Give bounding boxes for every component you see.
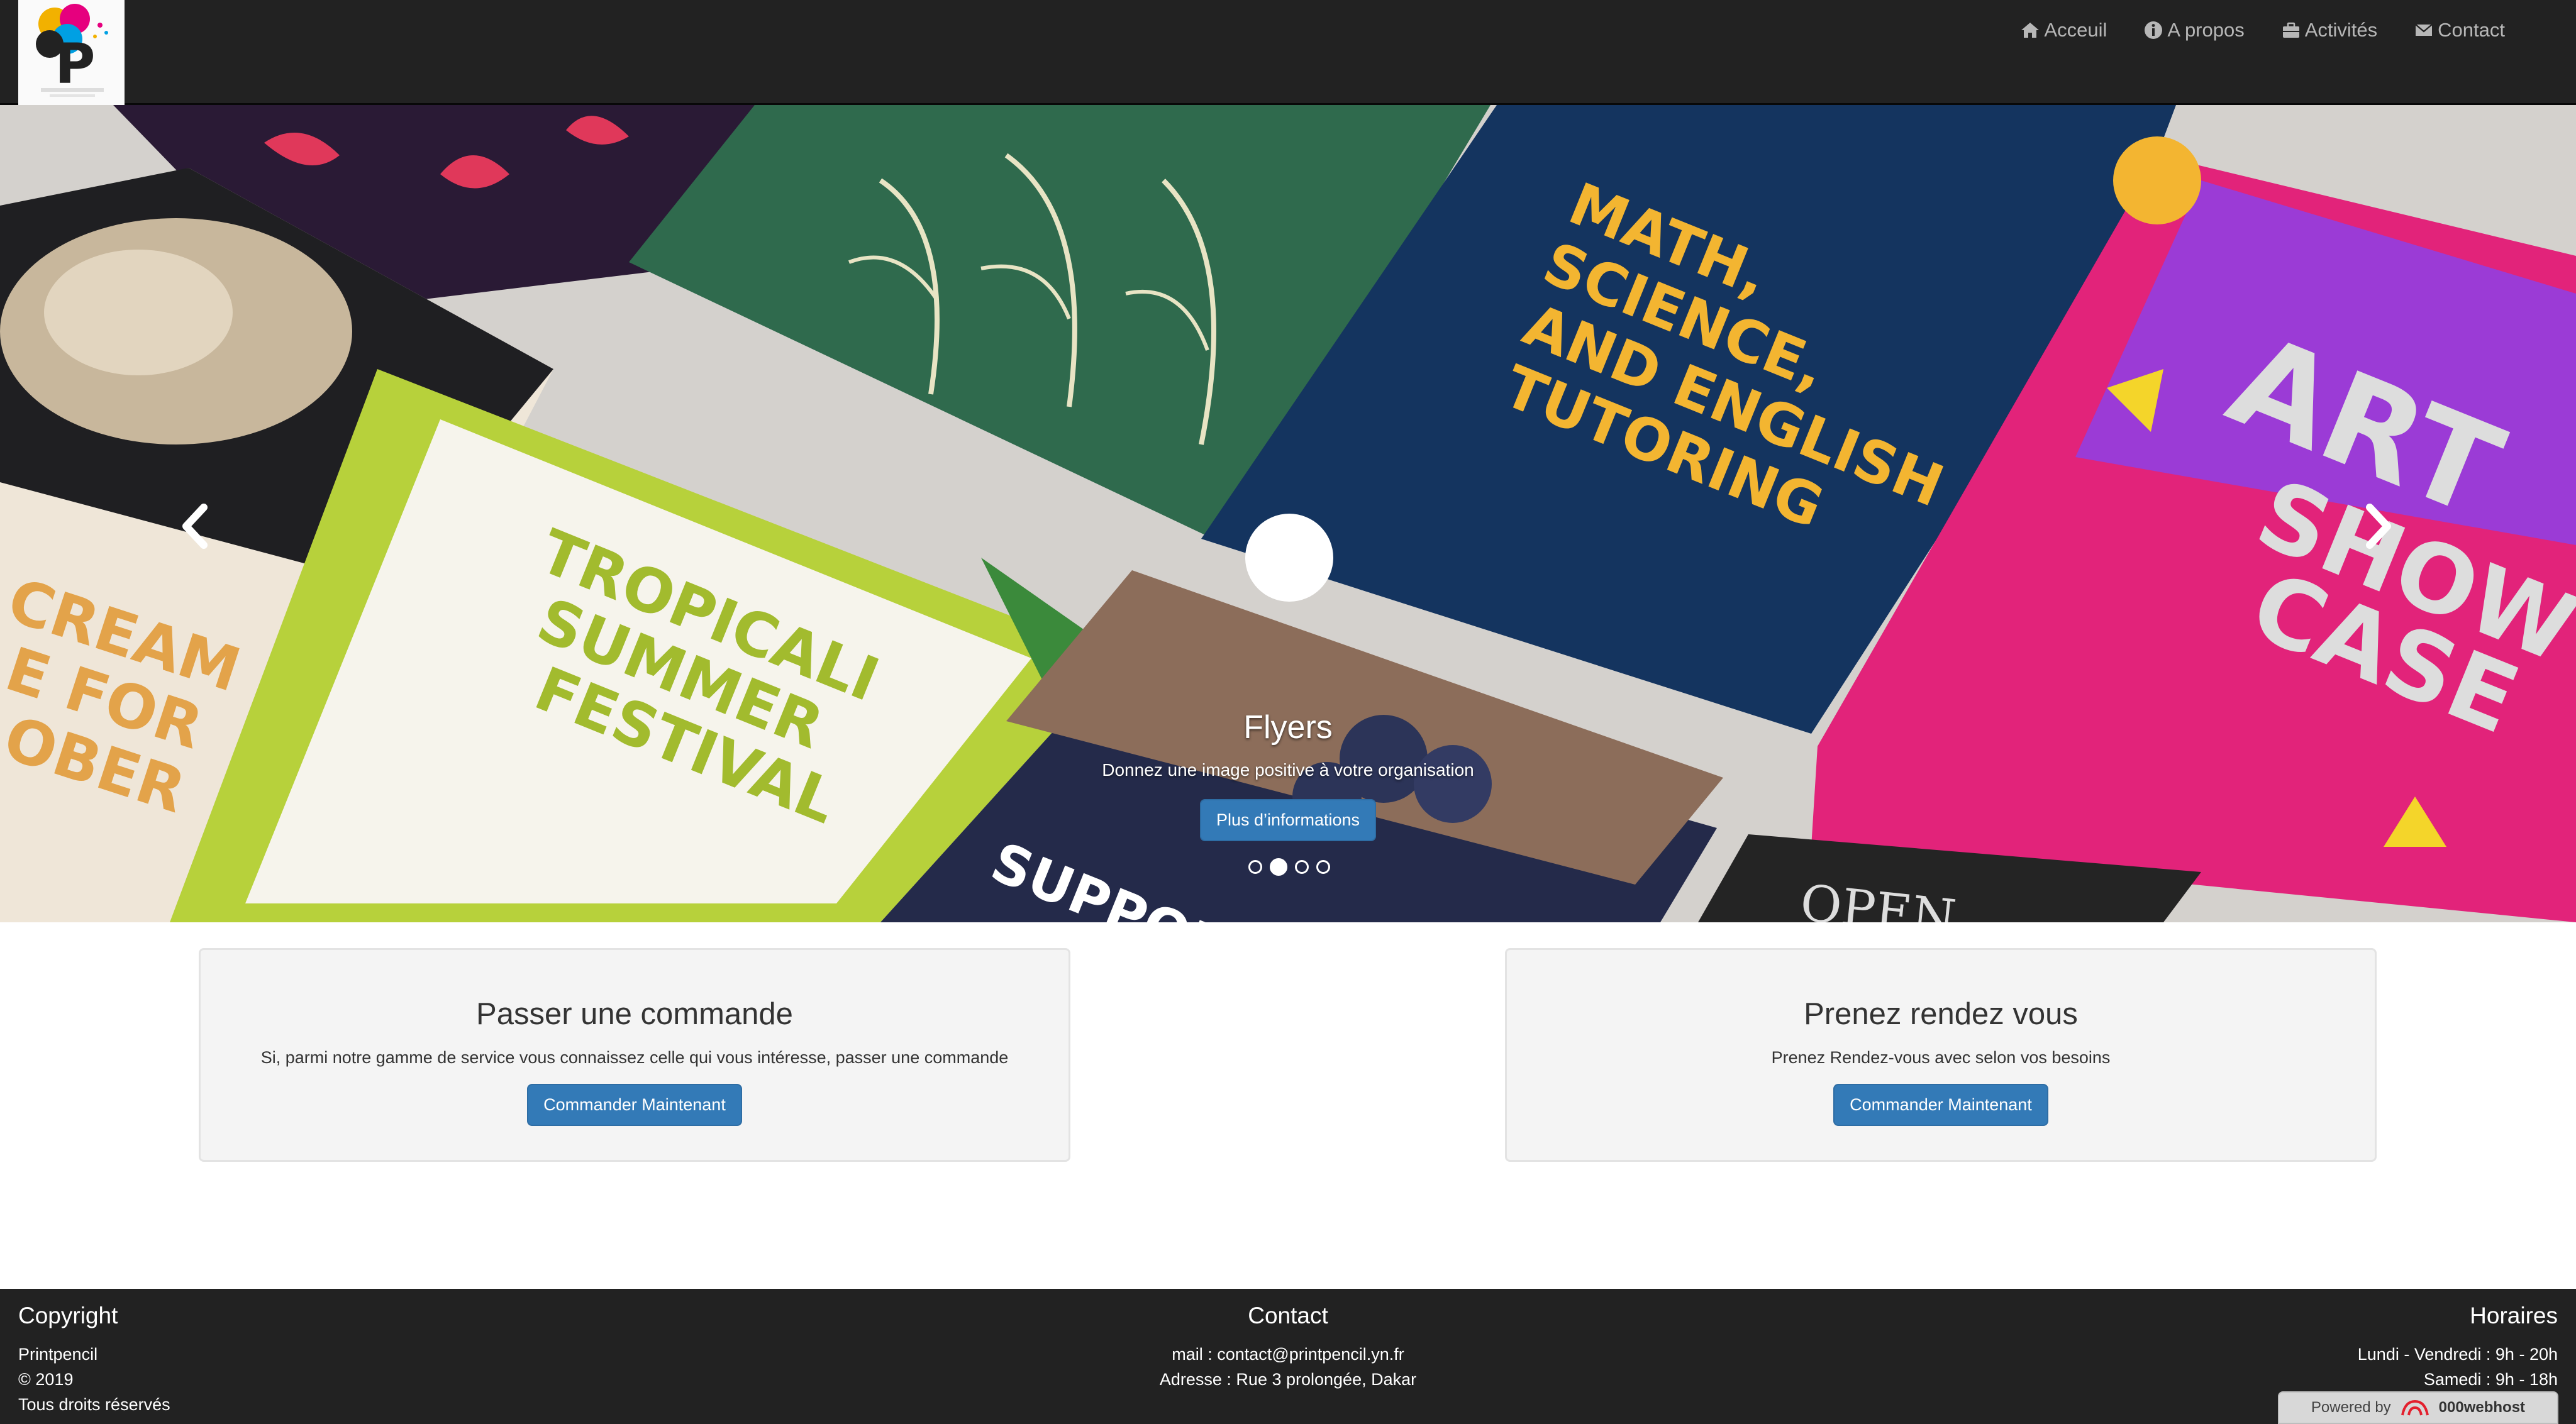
order-panel: Passer une commande Si, parmi notre gamm… xyxy=(199,948,1070,1162)
briefcase-icon xyxy=(2281,20,2301,40)
nav-item-activites[interactable]: Activités xyxy=(2263,14,2396,47)
nav-item-a-propos[interactable]: A propos xyxy=(2125,14,2262,47)
nav-label: A propos xyxy=(2167,19,2245,41)
footer: Copyright Printpencil © 2019 Tous droits… xyxy=(0,1289,2576,1424)
envelope-icon xyxy=(2414,20,2434,40)
chevron-right-icon xyxy=(2366,504,2391,549)
brand-logo[interactable]: P xyxy=(18,0,125,105)
caption-title: Flyers xyxy=(1243,709,1333,746)
footer-copyright-title: Copyright xyxy=(18,1303,118,1328)
carousel: CREAM E FOR OBER MATH, SCIENCE, AND ENGL… xyxy=(0,105,2576,922)
powered-by-badge[interactable]: Powered by 000webhost xyxy=(2278,1391,2558,1424)
main-nav: Acceuil A propos Activités Contact xyxy=(2002,14,2523,47)
home-icon xyxy=(2020,20,2040,40)
badge-prefix: Powered by xyxy=(2311,1399,2391,1416)
appointment-panel-title: Prenez rendez vous xyxy=(1804,997,2078,1031)
footer-hours: Horaires Lundi - Vendredi : 9h - 20h Sam… xyxy=(2358,1303,2558,1392)
footer-hours-title: Horaires xyxy=(2470,1303,2558,1328)
footer-line: Samedi : 9h - 18h xyxy=(2423,1370,2558,1389)
carousel-indicator-2[interactable] xyxy=(1270,858,1287,876)
carousel-indicators xyxy=(1248,858,1330,876)
footer-address: Adresse : Rue 3 prolongée, Dakar xyxy=(1159,1370,1417,1389)
nav-label: Acceuil xyxy=(2044,19,2107,41)
svg-text:P: P xyxy=(55,31,96,96)
footer-copyright: Copyright Printpencil © 2019 Tous droits… xyxy=(18,1303,170,1417)
nav-label: Activités xyxy=(2304,19,2378,41)
badge-brand: 000webhost xyxy=(2438,1399,2526,1416)
carousel-indicator-4[interactable] xyxy=(1316,860,1330,874)
nav-item-contact[interactable]: Contact xyxy=(2396,14,2523,47)
footer-line: Lundi - Vendredi : 9h - 20h xyxy=(2357,1345,2558,1364)
webhost-logo-icon xyxy=(2401,1399,2429,1416)
nav-label: Contact xyxy=(2438,19,2505,41)
footer-email: mail : contact@printpencil.yn.fr xyxy=(1172,1345,1404,1364)
caption-text: Donnez une image positive à votre organi… xyxy=(1102,760,1474,780)
footer-line: © 2019 xyxy=(18,1370,74,1389)
chevron-left-icon xyxy=(182,504,208,549)
printpencil-logo-icon: P xyxy=(18,0,125,105)
footer-contact: Contact mail : contact@printpencil.yn.fr… xyxy=(974,1303,1602,1392)
navbar: P Acceuil A propos Activités Contact xyxy=(0,0,2576,105)
more-info-button[interactable]: Plus d’informations xyxy=(1199,799,1377,841)
carousel-next-button[interactable] xyxy=(2352,495,2402,558)
order-panel-title: Passer une commande xyxy=(476,997,793,1031)
carousel-caption: Flyers Donnez une image positive à votre… xyxy=(974,709,1602,841)
appointment-panel-text: Prenez Rendez-vous avec selon vos besoin… xyxy=(1771,1048,2111,1067)
nav-item-accueil[interactable]: Acceuil xyxy=(2002,14,2125,47)
order-panel-text: Si, parmi notre gamme de service vous co… xyxy=(260,1048,1009,1067)
info-icon xyxy=(2143,20,2163,40)
appointment-order-button[interactable]: Commander Maintenant xyxy=(1833,1084,2048,1126)
carousel-prev-button[interactable] xyxy=(171,495,221,558)
footer-line: Printpencil xyxy=(18,1345,98,1364)
carousel-indicator-1[interactable] xyxy=(1248,860,1262,874)
carousel-indicator-3[interactable] xyxy=(1295,860,1309,874)
footer-line: Tous droits réservés xyxy=(18,1395,170,1414)
order-now-button[interactable]: Commander Maintenant xyxy=(527,1084,742,1126)
footer-contact-title: Contact xyxy=(1248,1303,1328,1328)
appointment-panel: Prenez rendez vous Prenez Rendez-vous av… xyxy=(1505,948,2377,1162)
